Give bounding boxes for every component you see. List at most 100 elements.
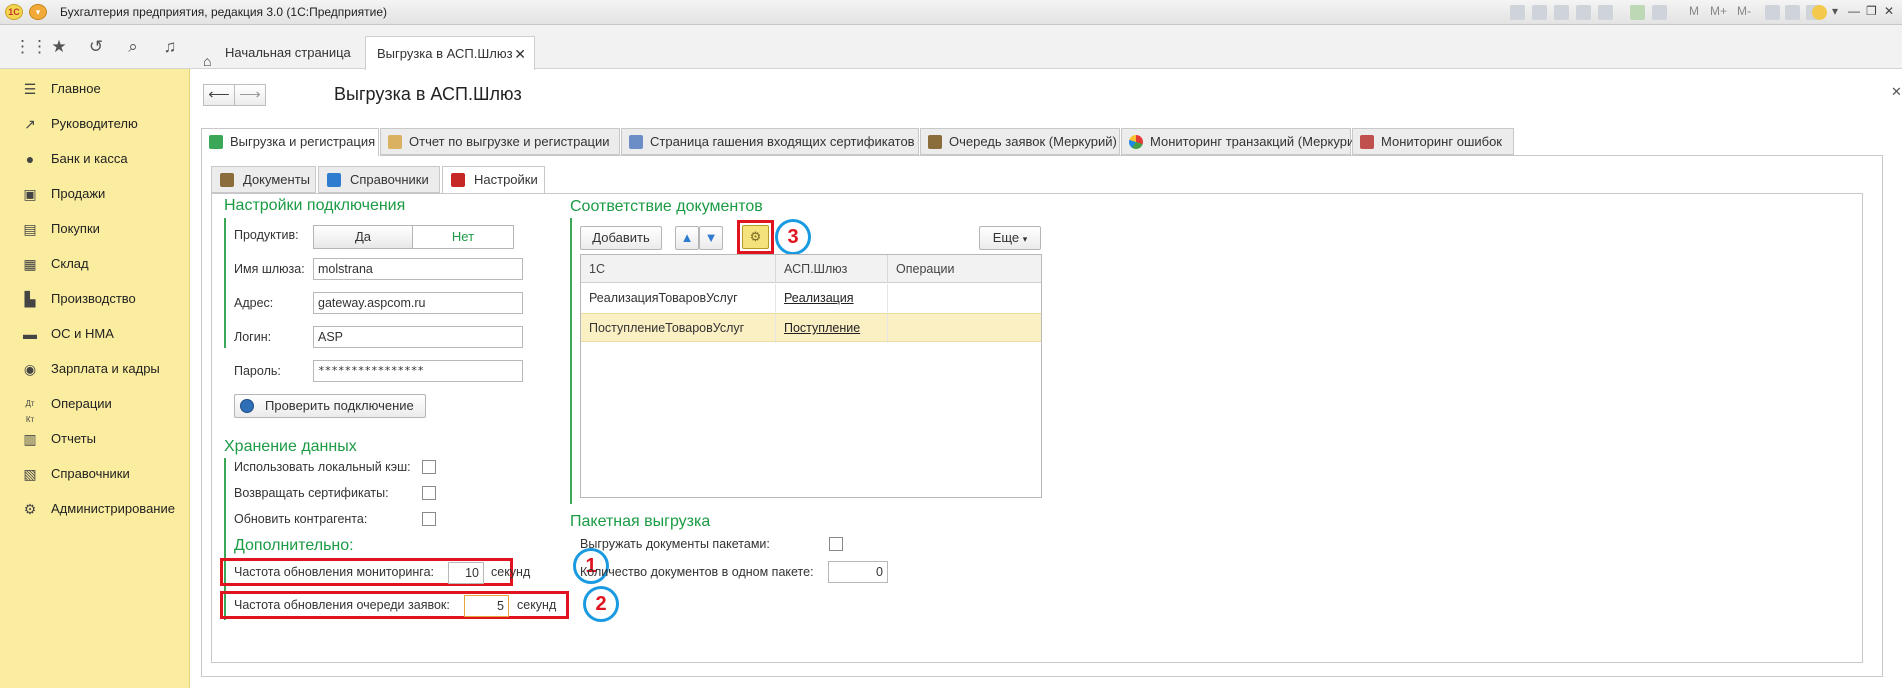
save-icon[interactable] bbox=[1510, 5, 1525, 20]
monitoring-frequency-input[interactable]: 10 bbox=[448, 562, 484, 584]
settings-gear-button[interactable]: ⚙ bbox=[742, 225, 769, 249]
calendar-icon[interactable] bbox=[1652, 5, 1667, 20]
sidebar-item-purchases[interactable]: ▤ Покупки bbox=[0, 212, 190, 247]
subtab-settings[interactable]: Настройки bbox=[442, 166, 545, 194]
memory-minus-button[interactable]: M- bbox=[1737, 4, 1751, 18]
more-button[interactable]: Еще ▾ bbox=[979, 226, 1041, 250]
check-connection-button[interactable]: Проверить подключение bbox=[234, 394, 426, 418]
update-contractor-checkbox[interactable] bbox=[422, 512, 436, 526]
check-connection-label: Проверить подключение bbox=[265, 398, 414, 413]
return-certificates-checkbox[interactable] bbox=[422, 486, 436, 500]
main-menu-icon[interactable]: ▾ bbox=[29, 4, 47, 20]
forward-button[interactable]: ⟶ bbox=[234, 84, 266, 106]
column-header-asp[interactable]: АСП.Шлюз bbox=[776, 255, 888, 283]
notifications-bell-icon[interactable]: ♫ bbox=[161, 38, 179, 56]
sidebar-item-label: Покупки bbox=[51, 221, 100, 236]
move-down-button[interactable]: ▼ bbox=[699, 226, 723, 250]
column-header-1c[interactable]: 1С bbox=[581, 255, 776, 283]
table-row-selected[interactable]: ПоступлениеТоваровУслуг Поступление bbox=[581, 313, 1041, 343]
search-icon[interactable]: ⌕ bbox=[124, 38, 142, 56]
close-tab-icon[interactable]: ✕ bbox=[514, 37, 526, 71]
tab-export-registration[interactable]: Выгрузка и регистрация bbox=[201, 128, 379, 156]
memory-plus-button[interactable]: M+ bbox=[1710, 4, 1727, 18]
tab-label: Выгрузка и регистрация bbox=[230, 134, 376, 149]
sidebar-item-label: Главное bbox=[51, 81, 101, 96]
print-icon[interactable] bbox=[1532, 5, 1547, 20]
favorites-star-icon[interactable]: ★ bbox=[50, 38, 68, 56]
use-cache-checkbox[interactable] bbox=[422, 460, 436, 474]
resize-icon[interactable] bbox=[1785, 5, 1800, 20]
close-window-icon[interactable]: ✕ bbox=[1884, 4, 1894, 18]
password-label: Пароль: bbox=[234, 364, 281, 378]
sidebar-item-director[interactable]: ↗ Руководителю bbox=[0, 107, 190, 142]
batch-export-checkbox[interactable] bbox=[829, 537, 843, 551]
apps-grid-icon[interactable]: ⋮⋮ bbox=[14, 38, 48, 56]
move-up-button[interactable]: ▲ bbox=[675, 226, 699, 250]
column-header-operations[interactable]: Операции bbox=[888, 255, 1041, 283]
group-marker bbox=[224, 218, 226, 348]
password-input[interactable]: **************** bbox=[313, 360, 523, 382]
zoom-icon[interactable] bbox=[1765, 5, 1780, 20]
info-dropdown-icon[interactable]: ▾ bbox=[1832, 4, 1838, 18]
attach-icon[interactable] bbox=[1576, 5, 1591, 20]
page-title: Выгрузка в АСП.Шлюз bbox=[334, 84, 522, 104]
certificate-icon bbox=[629, 135, 643, 149]
spreadsheet-icon[interactable] bbox=[1630, 5, 1645, 20]
close-form-icon[interactable]: ✕ bbox=[1891, 84, 1902, 100]
gateway-name-input[interactable]: molstrana bbox=[313, 258, 523, 280]
main-area: ⟵ ⟶ Выгрузка в АСП.Шлюз ✕ Выгрузка и рег… bbox=[191, 70, 1902, 688]
export-icon bbox=[209, 135, 223, 149]
sidebar-item-label: Склад bbox=[51, 256, 89, 271]
sidebar-item-operations[interactable]: Дт Кт Операции bbox=[0, 387, 190, 424]
history-icon[interactable]: ↺ bbox=[87, 38, 105, 56]
tab-error-monitoring[interactable]: Мониторинг ошибок bbox=[1352, 128, 1514, 155]
restore-icon[interactable]: ❐ bbox=[1866, 4, 1877, 18]
batch-count-input[interactable]: 0 bbox=[828, 561, 888, 583]
sidebar-item-bank[interactable]: ● Банк и касса bbox=[0, 142, 190, 177]
preview-icon[interactable] bbox=[1554, 5, 1569, 20]
table-cell-link[interactable]: Реализация bbox=[784, 291, 854, 305]
back-button[interactable]: ⟵ bbox=[203, 84, 235, 106]
bag-icon: ▣ bbox=[23, 186, 37, 202]
productive-no-button[interactable]: Нет bbox=[412, 225, 514, 249]
mail-icon[interactable] bbox=[1598, 5, 1613, 20]
memory-button[interactable]: M bbox=[1689, 4, 1699, 18]
tab-asp-export[interactable]: Выгрузка в АСП.Шлюз ✕ bbox=[365, 36, 535, 70]
add-button[interactable]: Добавить bbox=[580, 226, 662, 250]
connection-icon bbox=[240, 399, 254, 413]
sidebar-item-reports[interactable]: ▥ Отчеты bbox=[0, 422, 190, 457]
sidebar-item-production[interactable]: ▙ Производство bbox=[0, 282, 190, 317]
group-marker bbox=[570, 218, 572, 504]
table-row[interactable]: РеализацияТоваровУслуг Реализация bbox=[581, 284, 1041, 313]
grid-icon: ▦ bbox=[23, 256, 37, 272]
tab-label: Мониторинг ошибок bbox=[1381, 134, 1502, 149]
sidebar-item-warehouse[interactable]: ▦ Склад bbox=[0, 247, 190, 282]
address-input[interactable]: gateway.aspcom.ru bbox=[313, 292, 523, 314]
sidebar-item-catalogs[interactable]: ▧ Справочники bbox=[0, 457, 190, 492]
tab-export-report[interactable]: Отчет по выгрузке и регистрации bbox=[380, 128, 620, 155]
info-icon[interactable] bbox=[1812, 5, 1827, 20]
tab-request-queue[interactable]: Очередь заявок (Меркурий) bbox=[920, 128, 1120, 155]
sidebar-item-admin[interactable]: ⚙ Администрирование bbox=[0, 492, 190, 527]
tab-label: Отчет по выгрузке и регистрации bbox=[409, 134, 610, 149]
storage-group-title: Хранение данных bbox=[224, 438, 357, 455]
productive-yes-button[interactable]: Да bbox=[313, 225, 413, 249]
sidebar-item-main[interactable]: ☰ Главное bbox=[0, 72, 190, 107]
subtab-catalogs[interactable]: Справочники bbox=[318, 166, 440, 193]
sidebar-item-assets[interactable]: ▬ ОС и НМА bbox=[0, 317, 190, 352]
table-cell-link[interactable]: Поступление bbox=[784, 321, 860, 335]
sidebar: ☰ Главное ↗ Руководителю ● Банк и касса … bbox=[0, 69, 190, 688]
minimize-icon[interactable]: — bbox=[1848, 4, 1860, 18]
window-title-bar: 1С ▾ Бухгалтерия предприятия, редакция 3… bbox=[0, 0, 1902, 25]
login-input[interactable]: ASP bbox=[313, 326, 523, 348]
sidebar-item-label: Отчеты bbox=[51, 431, 96, 446]
tab-certificate-redemption[interactable]: Страница гашения входящих сертификатов bbox=[621, 128, 919, 155]
sidebar-item-salary[interactable]: ◉ Зарплата и кадры bbox=[0, 352, 190, 387]
table-cell-link-wrap: Реализация bbox=[776, 284, 888, 313]
subtab-documents[interactable]: Документы bbox=[211, 166, 316, 193]
queue-frequency-input[interactable]: 5 bbox=[464, 595, 509, 617]
sidebar-item-sales[interactable]: ▣ Продажи bbox=[0, 177, 190, 212]
tab-transaction-monitoring[interactable]: Мониторинг транзакций (Меркурий) bbox=[1121, 128, 1366, 155]
tab-home[interactable]: ⌂ Начальная страница bbox=[195, 37, 361, 69]
gateway-name-label: Имя шлюза: bbox=[234, 262, 305, 276]
